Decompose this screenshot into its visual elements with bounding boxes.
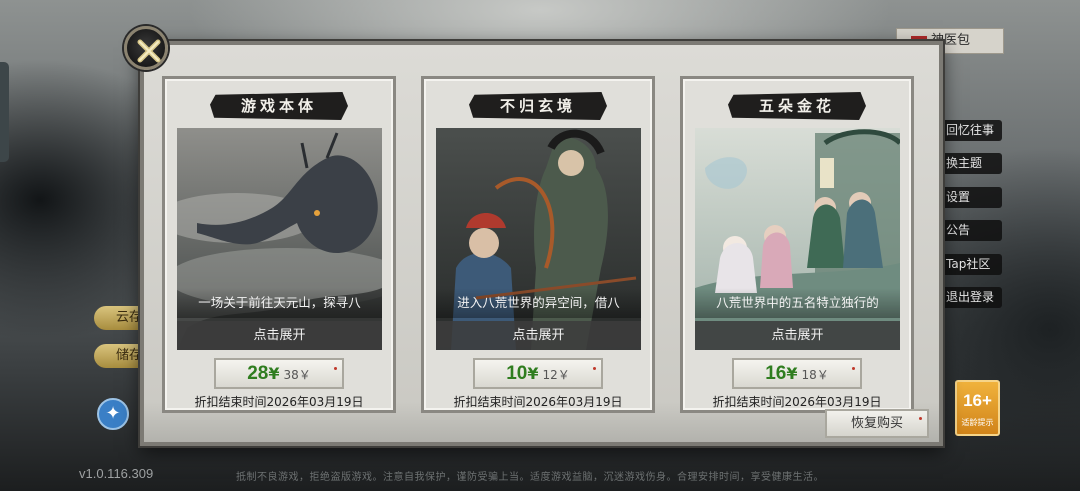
- sale-price: 16: [765, 363, 787, 384]
- version-label: v1.0.116.309: [79, 466, 154, 481]
- restore-purchase-button[interactable]: 恢复购买: [825, 409, 929, 438]
- product-artwork-five-heroines: 八荒世界中的五名特立独行的 点击展开: [695, 128, 900, 350]
- sale-price: 10: [506, 363, 528, 384]
- menu-announcement[interactable]: 公告: [940, 220, 1002, 242]
- product-title: 游戏本体: [210, 92, 348, 120]
- product-card-bugui-realm: 不归玄境 进入八荒世界的异空间，借八 点击展开 10¥ 12￥ 折扣结束时间202…: [421, 76, 655, 413]
- product-card-base-game: 游戏本体 一场关于前往天元山，探寻八 点击展开 28¥ 38￥ 折扣结束时间202…: [162, 76, 396, 413]
- close-x-icon: [137, 39, 161, 63]
- original-price: 12￥: [542, 368, 570, 382]
- menu-memories[interactable]: 回忆往事: [940, 120, 1002, 141]
- menu-settings[interactable]: 设置: [940, 186, 1002, 208]
- buy-button[interactable]: 16¥ 18￥: [732, 358, 862, 389]
- side-menu: 回忆往事 换主题 设置 公告 Tap社区 退出登录: [940, 120, 1002, 320]
- discount-deadline: 折扣结束时间2026年03月19日: [453, 395, 623, 409]
- product-card-five-flowers: 五朵金花 八荒世界中的五名特立独行的 点击展开 16¥ 18￥ 折扣结束时间202…: [680, 76, 914, 413]
- discount-deadline: 折扣结束时间2026年03月19日: [194, 395, 364, 409]
- product-description: 一场关于前往天元山，探寻八: [177, 288, 382, 318]
- product-title: 五朵金花: [728, 92, 866, 120]
- age-rating-caption: 适龄提示: [961, 418, 994, 427]
- expand-button[interactable]: 点击展开: [177, 321, 382, 350]
- product-artwork-dragon: 一场关于前往天元山，探寻八 点击展开: [177, 128, 382, 350]
- menu-tap-community[interactable]: Tap社区: [940, 253, 1002, 275]
- menu-theme[interactable]: 换主题: [940, 153, 1002, 175]
- notification-dot: [334, 367, 337, 370]
- close-button[interactable]: [124, 26, 168, 70]
- discount-deadline: 折扣结束时间2026年03月19日: [712, 395, 882, 409]
- currency-symbol: ¥: [527, 364, 539, 383]
- currency-symbol: ¥: [786, 364, 798, 383]
- original-price: 18￥: [801, 368, 829, 382]
- product-description: 进入八荒世界的异空间，借八: [436, 288, 641, 318]
- restore-purchase-label: 恢复购买: [850, 416, 903, 431]
- product-description: 八荒世界中的五名特立独行的: [695, 288, 900, 318]
- notification-dot: [919, 417, 922, 420]
- notification-dot: [852, 367, 855, 370]
- notification-dot: [593, 367, 596, 370]
- product-title: 不归玄境: [469, 92, 607, 120]
- sale-price: 28: [247, 363, 269, 384]
- expand-button[interactable]: 点击展开: [436, 321, 641, 350]
- age-rating-badge[interactable]: 16+ 适龄提示: [955, 380, 1000, 436]
- currency-symbol: ¥: [268, 364, 280, 383]
- expand-button[interactable]: 点击展开: [695, 321, 900, 350]
- age-rating-number: 16+: [963, 391, 992, 410]
- tools-icon[interactable]: ✦: [97, 398, 129, 430]
- product-artwork-warriors: 进入八荒世界的异空间，借八 点击展开: [436, 128, 641, 350]
- buy-button[interactable]: 10¥ 12￥: [473, 358, 603, 389]
- health-notice: 抵制不良游戏，拒绝盗版游戏。注意自我保护，谨防受骗上当。适度游戏益脑，沉迷游戏伤…: [236, 472, 824, 483]
- original-price: 38￥: [283, 368, 311, 382]
- side-drawer-handle[interactable]: [0, 62, 9, 162]
- menu-logout[interactable]: 退出登录: [940, 286, 1002, 308]
- buy-button[interactable]: 28¥ 38￥: [214, 358, 344, 389]
